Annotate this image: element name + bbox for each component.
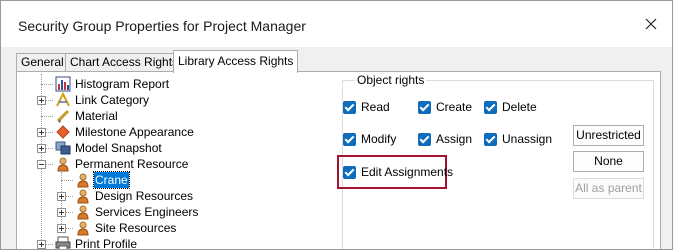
- expand-link-category-toggle[interactable]: [37, 96, 46, 105]
- model-snapshot-icon: [55, 140, 71, 156]
- delete-checkbox[interactable]: Delete: [484, 100, 537, 114]
- tree-item-site-resources[interactable]: Site Resources: [75, 220, 177, 236]
- checkmark-icon: [343, 165, 356, 179]
- tree-item-services-engineers[interactable]: Services Engineers: [75, 204, 199, 220]
- checkmark-icon: [418, 132, 431, 146]
- unrestricted-button[interactable]: Unrestricted: [573, 125, 644, 146]
- create-checkbox-label: Create: [436, 100, 473, 114]
- expand-model-snapshot-toggle[interactable]: [37, 144, 46, 153]
- tab-chart-access-rights[interactable]: Chart Access Rights: [65, 53, 184, 72]
- tree-item-label: Design Resources: [95, 189, 194, 203]
- none-button[interactable]: None: [573, 151, 644, 172]
- tree-item-label: Crane: [93, 171, 130, 189]
- edit-assignments-checkbox[interactable]: Edit Assignments: [343, 165, 453, 179]
- create-checkbox[interactable]: Create: [418, 100, 472, 114]
- person-icon: [55, 156, 71, 172]
- collapse-permanent-resource-toggle[interactable]: [37, 160, 46, 169]
- checkmark-icon: [418, 100, 431, 114]
- tree-item-label: Milestone Appearance: [75, 125, 194, 139]
- tree-item-model-snapshot[interactable]: Model Snapshot: [55, 140, 163, 156]
- assign-checkbox[interactable]: Assign: [418, 132, 472, 146]
- read-checkbox[interactable]: Read: [343, 100, 390, 114]
- tree-item-crane[interactable]: Crane: [75, 171, 130, 189]
- histogram-report-icon: [55, 76, 71, 92]
- expand-print-profile-toggle[interactable]: [37, 240, 46, 249]
- close-button[interactable]: [636, 9, 666, 39]
- window-title: Security Group Properties for Project Ma…: [18, 18, 306, 34]
- unassign-checkbox-label: Unassign: [502, 132, 553, 146]
- milestone-diamond-icon: [55, 124, 71, 140]
- tab-general[interactable]: General: [16, 53, 69, 72]
- tree-item-histogram-report[interactable]: Histogram Report: [55, 76, 170, 92]
- tree-item-label: Site Resources: [95, 221, 177, 235]
- tree-item-label: Services Engineers: [95, 205, 199, 219]
- tree-item-label: Permanent Resource: [75, 157, 189, 171]
- checkmark-icon: [484, 132, 497, 146]
- tree-item-label: Material: [75, 109, 118, 123]
- tree-item-label: Model Snapshot: [75, 141, 162, 155]
- library-tree[interactable]: Histogram Report Link Category Material …: [29, 74, 329, 250]
- tree-item-link-category[interactable]: Link Category: [55, 91, 150, 108]
- all-as-parent-button[interactable]: All as parent: [573, 178, 644, 199]
- person-icon: [75, 188, 91, 204]
- modify-checkbox[interactable]: Modify: [343, 132, 396, 146]
- expand-services-engineers-toggle[interactable]: [57, 208, 66, 217]
- checkmark-icon: [484, 100, 497, 114]
- security-group-dialog: Security Group Properties for Project Ma…: [0, 0, 673, 250]
- expand-site-resources-toggle[interactable]: [57, 224, 66, 233]
- library-access-rights-panel: Histogram Report Link Category Material …: [16, 71, 661, 250]
- edit-assignments-checkbox-label: Edit Assignments: [361, 165, 454, 179]
- tree-item-label: Print Profile: [75, 237, 138, 250]
- tree-item-material[interactable]: Material: [55, 108, 119, 124]
- tree-item-permanent-resource[interactable]: Permanent Resource: [55, 156, 189, 172]
- expand-milestone-appearance-toggle[interactable]: [37, 128, 46, 137]
- checkmark-icon: [343, 100, 356, 114]
- read-checkbox-label: Read: [361, 100, 390, 114]
- title-bar: Security Group Properties for Project Ma…: [1, 1, 672, 47]
- tree-item-label: Link Category: [75, 93, 150, 107]
- assign-checkbox-label: Assign: [436, 132, 473, 146]
- tree-item-milestone-appearance[interactable]: Milestone Appearance: [55, 124, 195, 140]
- person-icon: [75, 204, 91, 220]
- print-profile-icon: [55, 236, 71, 249]
- material-icon: [55, 108, 71, 124]
- modify-checkbox-label: Modify: [361, 132, 397, 146]
- object-rights-label: Object rights: [355, 73, 427, 87]
- person-icon: [75, 220, 91, 236]
- close-icon: [645, 18, 657, 30]
- delete-checkbox-label: Delete: [502, 100, 537, 114]
- tree-item-label: Histogram Report: [75, 77, 170, 91]
- tree-item-design-resources[interactable]: Design Resources: [75, 188, 194, 204]
- tree-item-print-profile[interactable]: Print Profile: [55, 236, 138, 250]
- link-category-icon: [55, 91, 71, 108]
- expand-design-resources-toggle[interactable]: [57, 192, 66, 201]
- person-icon: [75, 172, 91, 188]
- unassign-checkbox[interactable]: Unassign: [484, 132, 552, 146]
- tab-library-access-rights[interactable]: Library Access Rights: [173, 50, 299, 73]
- checkmark-icon: [343, 132, 356, 146]
